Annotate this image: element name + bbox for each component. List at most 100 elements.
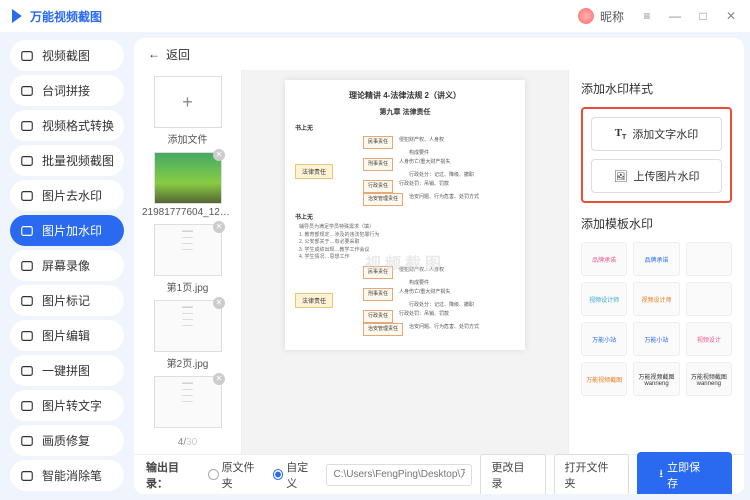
app-logo: 万能视频截图 <box>12 8 102 25</box>
tree-row: 构成要件 <box>363 149 479 158</box>
thumbnail-list: + 添加文件 ✕ 21981777604_12828333… ═══────────… <box>134 70 242 454</box>
tree-row: 行政处分：记过、降级、撤职 <box>363 301 479 310</box>
output-path-input[interactable] <box>326 464 472 486</box>
watermark-template[interactable]: 视频设计师 <box>581 282 627 316</box>
radio-original-folder[interactable]: 原文件夹 <box>208 459 265 491</box>
puzzle-icon <box>20 364 34 378</box>
maximize-button[interactable]: □ <box>696 9 710 23</box>
back-label[interactable]: 返回 <box>166 46 190 63</box>
sidebar-item-repair[interactable]: 画质修复 <box>10 425 124 456</box>
footer: 输出目录： 原文件夹 自定义 更改目录 打开文件夹 ⭳ 立即保存 <box>134 454 744 494</box>
sidebar-item-label: 批量视频截图 <box>42 152 114 169</box>
radio-custom-folder[interactable]: 自定义 <box>273 459 319 491</box>
doc-chapter: 第九章 法律责任 <box>295 107 515 117</box>
sidebar-item-batch[interactable]: 批量视频截图 <box>10 145 124 176</box>
add-file-tile[interactable]: + 添加文件 <box>142 76 233 146</box>
watermark-template[interactable]: 万能视频截图 wanneng <box>686 362 732 396</box>
sidebar-item-label: 图片加水印 <box>42 222 102 239</box>
thumbnail[interactable]: ✕ 21981777604_12828333… <box>142 152 233 218</box>
template-grid: 品牌承诺品牌承诺视频设计师视频设计师万能小站万能小站视频设计万能视频截图万能视频… <box>581 242 732 396</box>
tree-row: 行政责任行政处罚：吊销、罚款 <box>363 180 479 193</box>
watermark-template[interactable]: 万能视频截图 <box>581 362 627 396</box>
watermark-template[interactable]: 视频设计师 <box>633 282 679 316</box>
thumbnail[interactable]: ═══─────────✕第1页.jpg <box>142 224 233 294</box>
sidebar-item-puzzle[interactable]: 一键拼图 <box>10 355 124 386</box>
right-panel: 添加水印样式 TT 添加文字水印 🖼 上传图片水印 添加模板水印 品牌承诺品牌承… <box>568 70 744 454</box>
merge-icon <box>20 84 34 98</box>
thumb-close-icon[interactable]: ✕ <box>213 221 225 233</box>
sidebar-item-record[interactable]: 屏幕录像 <box>10 250 124 281</box>
plus-icon: + <box>182 92 193 113</box>
tree-row: 治安管理责任治安问题、行为危害、处罚方式 <box>363 193 479 206</box>
sidebar-item-label: 一键拼图 <box>42 362 90 379</box>
record-icon <box>20 259 34 273</box>
change-dir-button[interactable]: 更改目录 <box>480 454 545 495</box>
watermark-template[interactable]: 万能小站 <box>581 322 627 356</box>
sidebar-item-label: 视频截图 <box>42 47 90 64</box>
menu-button[interactable]: ≡ <box>640 9 654 23</box>
preview-area: 理论精讲 4-法律法规 2（讲义） 第九章 法律责任 书上无 法律责任 民事责任… <box>242 70 568 454</box>
thumbnail[interactable]: ═══─────────✕ <box>142 376 233 431</box>
sidebar-item-add-wm[interactable]: 图片加水印 <box>10 215 124 246</box>
thumb-label: 21981777604_12828333… <box>142 207 233 218</box>
back-icon[interactable]: ← <box>148 47 160 61</box>
watermark-template[interactable]: 品牌承诺 <box>581 242 627 276</box>
watermark-template[interactable]: 万能小站 <box>633 322 679 356</box>
doc-title: 理论精讲 4-法律法规 2（讲义） <box>295 90 515 101</box>
sidebar-item-erase[interactable]: 智能消除笔 <box>10 460 124 491</box>
remove-wm-icon <box>20 189 34 203</box>
watermark-add-group: TT 添加文字水印 🖼 上传图片水印 <box>581 107 732 203</box>
sidebar-item-ocr[interactable]: 图片转文字 <box>10 390 124 421</box>
thumb-close-icon[interactable]: ✕ <box>213 373 225 385</box>
edit-icon <box>20 329 34 343</box>
batch-icon <box>20 154 34 168</box>
ocr-icon <box>20 399 34 413</box>
rp-title-template: 添加模板水印 <box>581 215 732 232</box>
close-button[interactable]: ✕ <box>724 9 738 23</box>
image-icon: 🖼 <box>614 170 628 183</box>
sidebar-item-edit[interactable]: 图片编辑 <box>10 320 124 351</box>
topbar: ← 返回 <box>134 38 744 70</box>
add-wm-icon <box>20 224 34 238</box>
tree-row: 治安管理责任治安问题、行为危害、处罚方式 <box>363 323 479 336</box>
minimize-button[interactable]: — <box>668 9 682 23</box>
watermark-sample: 视频截图 <box>365 250 445 274</box>
erase-icon <box>20 469 34 483</box>
tree-row: 行政处分：记过、降级、撤职 <box>363 171 479 180</box>
add-text-watermark-button[interactable]: TT 添加文字水印 <box>591 117 722 151</box>
avatar <box>578 8 594 24</box>
thumb-close-icon[interactable]: ✕ <box>213 149 225 161</box>
titlebar: 万能视频截图 昵称 ≡ — □ ✕ <box>0 0 750 32</box>
download-icon: ⭳ <box>659 465 663 484</box>
sidebar-item-merge[interactable]: 台词拼接 <box>10 75 124 106</box>
repair-icon <box>20 434 34 448</box>
upload-image-watermark-button[interactable]: 🖼 上传图片水印 <box>591 159 722 193</box>
thumb-label: 第1页.jpg <box>142 279 233 294</box>
watermark-template[interactable]: 万能视频截图 wanneng <box>633 362 679 396</box>
sidebar-item-remove-wm[interactable]: 图片去水印 <box>10 180 124 211</box>
sidebar-item-label: 图片标记 <box>42 292 90 309</box>
watermark-template[interactable] <box>686 282 732 316</box>
save-button[interactable]: ⭳ 立即保存 <box>637 452 732 495</box>
open-folder-button[interactable]: 打开文件夹 <box>554 454 630 495</box>
sidebar-item-label: 屏幕录像 <box>42 257 90 274</box>
sidebar-item-label: 视频格式转换 <box>42 117 114 134</box>
user-label: 昵称 <box>600 8 624 25</box>
sidebar-item-convert[interactable]: 视频格式转换 <box>10 110 124 141</box>
logo-icon <box>12 9 26 23</box>
thumbnail[interactable]: ═══─────────✕第2页.jpg <box>142 300 233 370</box>
thumb-counter: 4/30 <box>142 437 233 454</box>
user-area[interactable]: 昵称 <box>578 8 624 25</box>
output-label: 输出目录： <box>146 459 200 491</box>
watermark-template[interactable]: 视频设计 <box>686 322 732 356</box>
thumb-close-icon[interactable]: ✕ <box>213 297 225 309</box>
app-title: 万能视频截图 <box>30 8 102 25</box>
sidebar-item-mark[interactable]: 图片标记 <box>10 285 124 316</box>
watermark-template[interactable]: 品牌承诺 <box>633 242 679 276</box>
preview-page: 理论精讲 4-法律法规 2（讲义） 第九章 法律责任 书上无 法律责任 民事责任… <box>285 80 525 350</box>
video-icon <box>20 49 34 63</box>
sidebar-item-video[interactable]: 视频截图 <box>10 40 124 71</box>
watermark-template[interactable] <box>686 242 732 276</box>
sidebar-item-label: 图片编辑 <box>42 327 90 344</box>
sidebar-item-label: 图片去水印 <box>42 187 102 204</box>
